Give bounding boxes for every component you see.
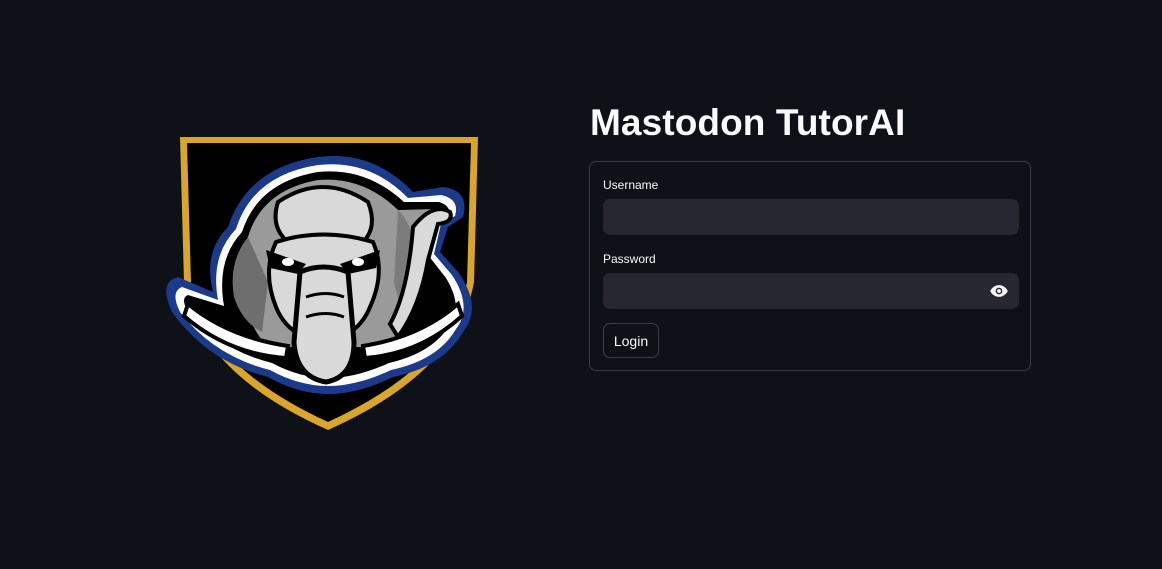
page-title: Mastodon TutorAI	[590, 102, 906, 143]
login-button[interactable]: Login	[603, 323, 659, 358]
password-field-wrapper	[603, 273, 1019, 309]
username-input[interactable]	[603, 199, 1019, 235]
username-label: Username	[603, 178, 659, 192]
mastodon-logo-icon	[166, 137, 478, 430]
password-input[interactable]	[603, 273, 1019, 309]
eye-icon[interactable]	[989, 281, 1009, 301]
login-form: Username Password Login	[589, 161, 1031, 371]
logo-container	[158, 132, 488, 434]
password-label: Password	[603, 252, 656, 266]
